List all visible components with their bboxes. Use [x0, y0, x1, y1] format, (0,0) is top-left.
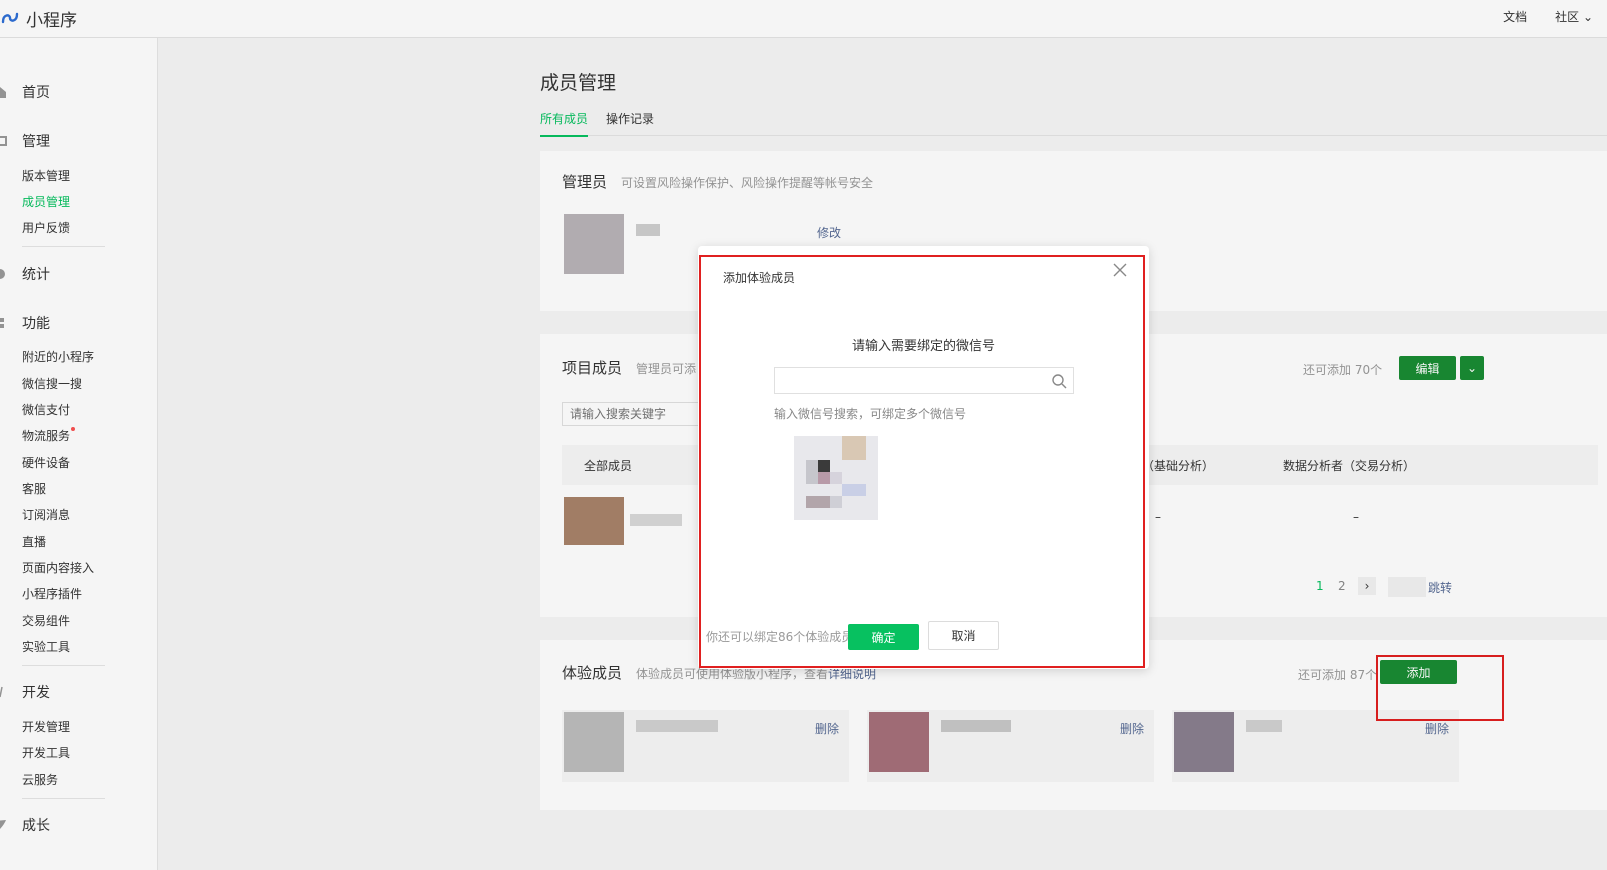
cancel-button[interactable]: 取消	[928, 621, 999, 650]
dialog-remaining-note: 你还可以绑定86个体验成员	[706, 630, 854, 644]
close-icon[interactable]	[1111, 261, 1129, 279]
dialog-title: 添加体验成员	[723, 271, 796, 285]
avatar-mosaic-icon	[794, 436, 878, 520]
dialog-hint: 输入微信号搜索，可绑定多个微信号	[774, 407, 967, 421]
page: 小程序 文档 社区 ⌄ 首页 管理 版本管理 成员管理 用户反馈 统计 功能 附…	[0, 0, 1607, 870]
confirm-button[interactable]: 确定	[848, 624, 919, 650]
add-trial-member-dialog: 添加体验成员 请输入需要绑定的微信号 输入微信号搜索，可绑定多个微信号 你还可以…	[698, 246, 1149, 669]
dialog-prompt: 请输入需要绑定的微信号	[851, 339, 995, 354]
wechat-id-input[interactable]	[783, 368, 1037, 395]
selected-user-avatar[interactable]	[794, 436, 878, 520]
wechat-id-search-box[interactable]	[774, 367, 1074, 395]
search-icon[interactable]	[1051, 373, 1067, 389]
